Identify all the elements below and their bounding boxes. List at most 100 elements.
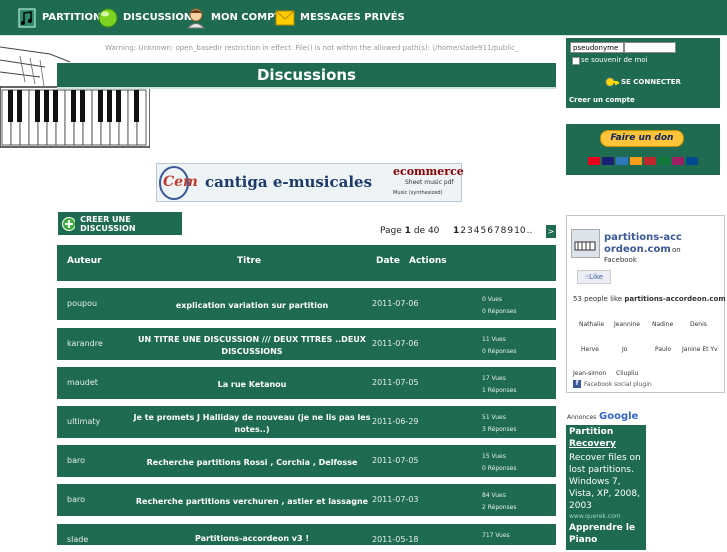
row-author[interactable]: maudet xyxy=(67,378,98,387)
row-title[interactable]: UN TITRE UNE DISCUSSION /// DEUX TITRES … xyxy=(127,332,377,360)
table-row[interactable]: maudet La rue Ketanou 2011-07-05 17 Vues… xyxy=(57,367,556,399)
password-input[interactable] xyxy=(624,42,676,53)
fb-page-thumb[interactable] xyxy=(571,229,600,258)
fb-like-label: Like xyxy=(589,273,604,281)
page-link[interactable]: 7 xyxy=(494,226,500,236)
page-link[interactable]: 6 xyxy=(487,226,493,236)
table-row[interactable]: ultimaty Je te promets J Halliday de nou… xyxy=(57,406,556,438)
row-replies: 0 Réponses xyxy=(482,348,517,355)
create-discussion-button[interactable]: CREER UNE DISCUSSION xyxy=(58,212,182,235)
remember-checkbox[interactable] xyxy=(572,57,580,65)
row-date: 2011-07-05 xyxy=(372,378,419,387)
fb-fan[interactable]: Nadine xyxy=(652,321,673,328)
row-stats: 84 Vues 2 Réponses xyxy=(482,490,517,514)
page-link[interactable]: 2 xyxy=(460,226,466,236)
row-title[interactable]: Recherche partitions verchuren , astier … xyxy=(127,488,377,516)
fb-fan[interactable]: Paulo xyxy=(655,346,671,353)
fb-fan[interactable]: Nathalie xyxy=(579,321,604,328)
fb-fan[interactable]: Jo xyxy=(622,346,627,353)
table-row[interactable]: karandre UN TITRE UNE DISCUSSION /// DEU… xyxy=(57,328,556,360)
fb-fan[interactable]: Denis xyxy=(690,321,707,328)
row-replies: 3 Réponses xyxy=(482,426,517,433)
ad-link2b[interactable]: Piano xyxy=(569,535,597,545)
login-box: se souvenir de moi SE CONNECTER Creer un… xyxy=(566,38,720,108)
page-link[interactable]: 8 xyxy=(501,226,507,236)
page-link[interactable]: 4 xyxy=(474,226,480,236)
table-row[interactable]: slade Partitions-accordeon v3 ! 2011-05-… xyxy=(57,524,556,545)
create-discussion-label: CREER UNE DISCUSSION xyxy=(80,214,136,233)
ad-banner[interactable]: Cem cantiga e-musicales ecommerce Sheet … xyxy=(156,163,464,202)
col-author: Auteur xyxy=(67,256,102,266)
fb-like-button[interactable]: ☝Like xyxy=(577,270,611,284)
google-logo: Google xyxy=(599,411,639,422)
row-title[interactable]: Partitions-accordeon v3 ! xyxy=(127,526,377,552)
facebook-icon: f xyxy=(573,380,581,388)
row-author[interactable]: poupou xyxy=(67,299,97,308)
ad-right-top: ecommerce xyxy=(393,165,464,178)
row-author[interactable]: baro xyxy=(67,495,85,504)
row-stats: 15 Vues 0 Réponses xyxy=(482,451,517,475)
fb-fan[interactable]: Janine Et Yv xyxy=(682,346,718,353)
nav-account[interactable]: MON COMPTE xyxy=(185,0,288,35)
create-account-link[interactable]: Creer un compte xyxy=(569,96,635,104)
fb-fan[interactable]: Herve xyxy=(581,346,599,353)
row-replies: 1 Réponses xyxy=(482,387,517,394)
fb-fan[interactable]: Cliupliu xyxy=(616,370,638,377)
username-input[interactable] xyxy=(570,42,624,53)
page-link[interactable]: 9 xyxy=(507,226,513,236)
ad-link1[interactable]: Partition xyxy=(569,427,613,437)
page-link[interactable]: 1 xyxy=(453,226,459,236)
row-author[interactable]: slade xyxy=(67,535,88,544)
donate-button[interactable]: Faire un don xyxy=(600,130,684,147)
nav-messages[interactable]: MESSAGES PRIVÉS xyxy=(274,0,405,35)
page-link[interactable]: 3 xyxy=(467,226,473,236)
fb-likes-prefix: 53 people like xyxy=(573,295,623,303)
google-ad[interactable]: Annonces Google Partition Recovery Recov… xyxy=(566,410,646,550)
fb-likes-page: partitions-accordeon.com xyxy=(624,295,726,303)
row-views: 51 Vues xyxy=(482,414,506,421)
envelope-icon xyxy=(274,7,296,29)
row-title[interactable]: explication variation sur partition xyxy=(127,292,377,320)
ad-text: Recover files on lost partitions. Window… xyxy=(569,453,641,511)
ad-right-sub: Sheet music pdf xyxy=(405,179,454,186)
row-date: 2011-07-06 xyxy=(372,299,419,308)
next-page-button[interactable]: > xyxy=(546,225,556,238)
ad-link1b[interactable]: Recovery xyxy=(569,439,616,449)
row-title[interactable]: La rue Ketanou xyxy=(127,371,377,399)
header-strip: Warning: Unknown: open_basedir restricti… xyxy=(105,44,519,52)
col-date: Date xyxy=(376,256,400,266)
row-title[interactable]: Je te promets J Halliday de nouveau (je … xyxy=(127,410,377,438)
user-icon xyxy=(185,7,207,29)
row-date: 2011-07-06 xyxy=(372,339,419,348)
donate-box: Faire un don xyxy=(566,124,720,175)
google-ad-header: Annonces Google xyxy=(566,410,646,425)
plus-icon xyxy=(62,216,76,231)
row-author[interactable]: ultimaty xyxy=(67,417,100,426)
table-row[interactable]: poupou explication variation sur partiti… xyxy=(57,288,556,320)
fb-fan[interactable]: Jeannine xyxy=(614,321,640,328)
page-link[interactable]: .. xyxy=(527,226,533,236)
fb-fan[interactable]: Jean-simon xyxy=(573,370,606,377)
row-author[interactable]: baro xyxy=(67,456,85,465)
ad-link2[interactable]: Apprendre le xyxy=(569,523,635,533)
page-link[interactable]: 10 xyxy=(514,226,525,236)
row-stats: 0 Vues 0 Réponses xyxy=(482,294,517,318)
pagination-total: 40 xyxy=(427,226,440,236)
row-views: 11 Vues xyxy=(482,336,506,343)
row-views: 15 Vues xyxy=(482,453,506,460)
row-stats: 717 Vues xyxy=(482,530,510,542)
row-replies: 0 Réponses xyxy=(482,308,517,315)
row-author[interactable]: karandre xyxy=(67,339,103,348)
fb-on: on xyxy=(672,246,681,254)
connect-button[interactable]: SE CONNECTER xyxy=(621,78,681,86)
table-row[interactable]: baro Recherche partitions verchuren , as… xyxy=(57,484,556,516)
nav-partitions[interactable]: PARTITIONS xyxy=(16,0,109,35)
row-stats: 17 Vues 1 Réponses xyxy=(482,373,517,397)
row-views: 717 Vues xyxy=(482,532,510,539)
page-link[interactable]: 5 xyxy=(480,226,486,236)
row-title[interactable]: Recherche partitions Rossi , Corchia , D… xyxy=(127,449,377,477)
col-title: Titre xyxy=(237,256,262,266)
table-row[interactable]: baro Recherche partitions Rossi , Corchi… xyxy=(57,445,556,477)
fb-plugin-footer: f Facebook social plugin xyxy=(573,380,652,388)
fb-plugin-label: Facebook social plugin xyxy=(584,380,652,388)
